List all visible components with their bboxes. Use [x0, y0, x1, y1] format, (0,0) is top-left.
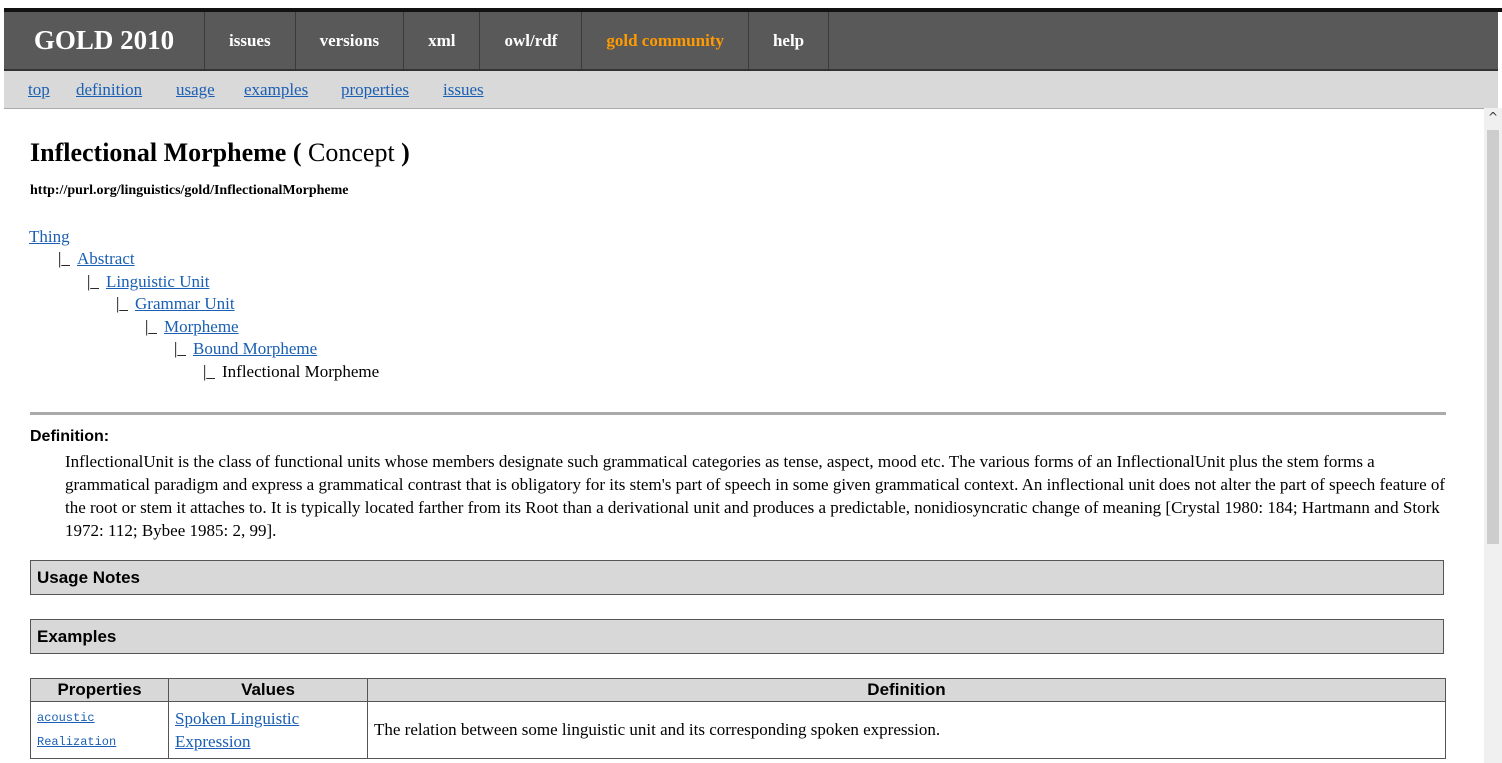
- subnav-top[interactable]: top: [28, 80, 50, 100]
- hierarchy-branch: |_: [116, 294, 128, 313]
- subnav-definition[interactable]: definition: [76, 80, 142, 100]
- subnav-usage[interactable]: usage: [176, 80, 215, 100]
- scrollbar-thumb[interactable]: [1487, 130, 1499, 544]
- definition-label: Definition:: [30, 428, 110, 445]
- value-cell: Spoken Linguistic Expression: [168, 701, 368, 759]
- property-name-part: acoustic: [37, 711, 95, 725]
- section-navigation-bar: top definition usage examples properties…: [4, 71, 1498, 109]
- hierarchy-bound-morpheme[interactable]: Bound Morpheme: [193, 339, 317, 359]
- hierarchy-thing[interactable]: Thing: [29, 227, 70, 247]
- subnav-examples[interactable]: examples: [244, 80, 308, 100]
- nav-help[interactable]: help: [749, 12, 830, 69]
- value-name-part: Spoken Linguistic: [175, 709, 300, 728]
- concept-uri: http://purl.org/linguistics/gold/Inflect…: [30, 183, 349, 198]
- property-cell: acoustic Realization: [30, 701, 169, 759]
- concept-kind: Concept: [308, 138, 395, 167]
- property-name-part: Realization: [37, 735, 117, 749]
- hierarchy-linguistic-unit[interactable]: Linguistic Unit: [106, 272, 209, 292]
- divider: [30, 412, 1446, 415]
- main-content: Inflectional Morpheme ( Concept ) http:/…: [0, 108, 1480, 763]
- hierarchy-branch: |_: [203, 362, 215, 381]
- header-values: Values: [168, 678, 368, 702]
- vertical-scrollbar[interactable]: ^: [1484, 108, 1502, 763]
- value-name-part: Expression: [175, 732, 251, 751]
- hierarchy-branch: |_: [174, 339, 186, 358]
- nav-issues[interactable]: issues: [205, 12, 296, 69]
- title-paren-close: ): [401, 138, 410, 167]
- nav-gold-community[interactable]: gold community: [582, 12, 749, 69]
- value-link[interactable]: Spoken Linguistic Expression: [175, 709, 299, 751]
- property-link[interactable]: acoustic Realization: [37, 711, 116, 749]
- title-paren-open: (: [292, 138, 302, 167]
- nav-versions[interactable]: versions: [296, 12, 405, 69]
- definition-text: InflectionalUnit is the class of functio…: [65, 452, 1446, 540]
- nav-xml[interactable]: xml: [404, 12, 481, 69]
- usage-notes-section: Usage Notes: [30, 560, 1444, 595]
- hierarchy-current: Inflectional Morpheme: [222, 362, 380, 381]
- table-row: acoustic Realization Spoken Linguistic E…: [30, 701, 1446, 759]
- scroll-up-arrow[interactable]: ^: [1484, 108, 1502, 126]
- subnav-issues[interactable]: issues: [443, 80, 484, 100]
- hierarchy-branch: |_: [87, 272, 99, 291]
- table-header-row: Properties Values Definition: [30, 678, 1446, 702]
- hierarchy-morpheme[interactable]: Morpheme: [164, 317, 239, 337]
- nav-owl-rdf[interactable]: owl/rdf: [480, 12, 583, 69]
- subnav-properties[interactable]: properties: [341, 80, 409, 100]
- definition-cell: The relation between some linguistic uni…: [367, 701, 1446, 759]
- examples-section: Examples: [30, 619, 1444, 654]
- hierarchy-branch: |_: [145, 317, 157, 336]
- properties-table: Properties Values Definition acoustic Re…: [30, 678, 1446, 759]
- page-title: Inflectional Morpheme ( Concept ): [30, 138, 410, 168]
- site-logo[interactable]: GOLD 2010: [4, 12, 205, 69]
- hierarchy-branch: |_: [58, 249, 70, 268]
- hierarchy-grammar-unit[interactable]: Grammar Unit: [135, 294, 235, 314]
- header-properties: Properties: [30, 678, 169, 702]
- top-navigation-bar: GOLD 2010 issues versions xml owl/rdf go…: [4, 12, 1498, 71]
- hierarchy-abstract[interactable]: Abstract: [77, 249, 135, 269]
- concept-name: Inflectional Morpheme: [30, 138, 287, 167]
- header-definition: Definition: [367, 678, 1446, 702]
